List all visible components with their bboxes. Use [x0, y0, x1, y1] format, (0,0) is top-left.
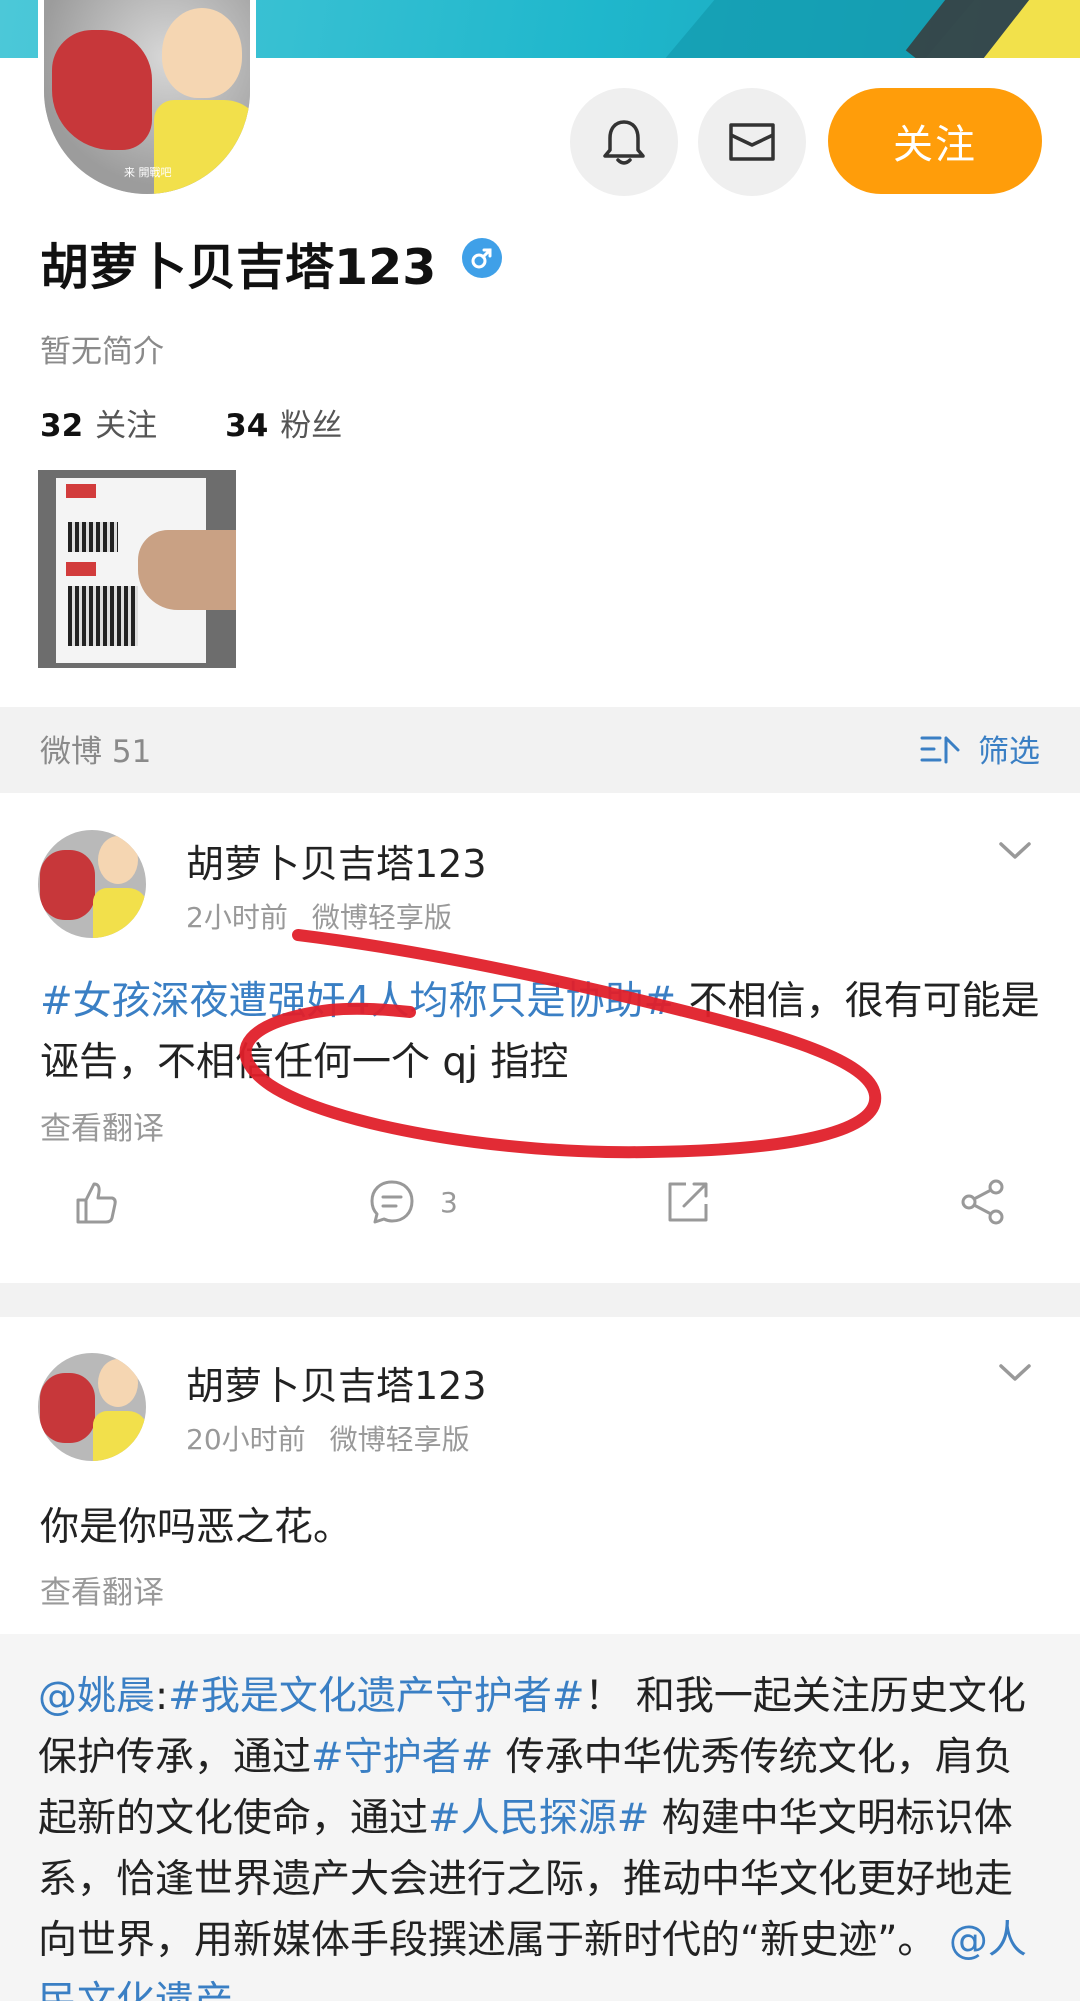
share-button[interactable]	[958, 1178, 1008, 1226]
post-actions: 3	[0, 1178, 1080, 1258]
filter-button[interactable]: 筛选	[920, 726, 1040, 771]
profile-photo-thumbnail[interactable]	[38, 470, 236, 668]
post-author[interactable]: 胡萝卜贝吉塔123	[186, 833, 487, 888]
post-author[interactable]: 胡萝卜贝吉塔123	[186, 1355, 487, 1410]
profile-username: 胡萝卜贝吉塔123	[40, 239, 437, 296]
post-card[interactable]: 胡萝卜贝吉塔123 20小时前 微博轻享版 你是你吗恶之花。 查看翻译	[0, 1317, 1080, 1634]
repost-button[interactable]	[664, 1178, 712, 1226]
translate-link[interactable]: 查看翻译	[40, 1567, 164, 1612]
post-source: 微博轻享版	[329, 1423, 470, 1456]
profile-stats: 32 关注 34 粉丝	[40, 400, 410, 445]
post-card[interactable]: 胡萝卜贝吉塔123 2小时前 微博轻享版 #女孩深夜遭强奸4人均称只是协助# 不相…	[0, 793, 1080, 1283]
hashtag-link[interactable]: #人民探源#	[428, 1796, 649, 1841]
profile-avatar[interactable]: 来 開戰吧	[38, 0, 256, 200]
male-icon	[462, 238, 502, 278]
chevron-down-icon[interactable]	[998, 1363, 1032, 1383]
post-text: #女孩深夜遭强奸4人均称只是协助# 不相信，很有可能是诬告，不相信任何一个 qj…	[40, 979, 1040, 1085]
filter-icon	[920, 736, 960, 763]
post-time: 20小时前	[186, 1423, 306, 1456]
post-meta: 20小时前 微博轻享版	[186, 1418, 494, 1458]
weibo-tab-bar	[0, 707, 1080, 793]
repost-content[interactable]: @姚晨:#我是文化遗产守护者#！ 和我一起关注历史文化保护传承，通过#守护者# …	[0, 1634, 1080, 2001]
mention-link[interactable]: @姚晨	[38, 1674, 155, 1719]
comment-button[interactable]: 3	[368, 1178, 458, 1226]
thumbs-up-icon	[76, 1182, 117, 1224]
post-text: 你是你吗恶之花。	[40, 1505, 353, 1550]
comment-count: 3	[440, 1185, 458, 1219]
follow-button[interactable]: 关注	[828, 88, 1042, 194]
mail-icon	[729, 123, 775, 161]
profile-bio: 暂无简介	[40, 334, 164, 370]
post-avatar[interactable]	[38, 830, 146, 938]
hashtag-link[interactable]: #女孩深夜遭强奸4人均称只是协助#	[40, 979, 676, 1024]
post-avatar[interactable]	[38, 1353, 146, 1461]
share-icon	[961, 1179, 1004, 1225]
post-time: 2小时前	[186, 901, 288, 934]
weibo-count: 微博 51	[40, 734, 152, 770]
bell-icon	[603, 120, 645, 165]
comment-icon	[370, 1180, 414, 1224]
chevron-down-icon[interactable]	[998, 841, 1032, 861]
post-source: 微博轻享版	[311, 901, 452, 934]
repost-text: @姚晨:#我是文化遗产守护者#！ 和我一起关注历史文化保护传承，通过#守护者# …	[38, 1666, 1048, 2001]
hashtag-link[interactable]: #我是文化遗产守护者#	[168, 1674, 584, 1719]
avatar-caption: 来 開戰吧	[124, 166, 172, 179]
message-button[interactable]	[698, 88, 806, 196]
filter-label: 筛选	[978, 734, 1040, 770]
post-separator	[0, 1283, 1080, 1317]
repost-icon	[668, 1182, 708, 1222]
like-button[interactable]	[72, 1178, 120, 1226]
followers-stat[interactable]: 34 粉丝	[225, 400, 342, 445]
post-meta: 2小时前 微博轻享版	[186, 896, 476, 936]
translate-link[interactable]: 查看翻译	[40, 1103, 164, 1148]
following-stat[interactable]: 32 关注	[40, 400, 157, 445]
notification-button[interactable]	[570, 88, 678, 196]
hashtag-link[interactable]: #守护者#	[311, 1735, 493, 1780]
